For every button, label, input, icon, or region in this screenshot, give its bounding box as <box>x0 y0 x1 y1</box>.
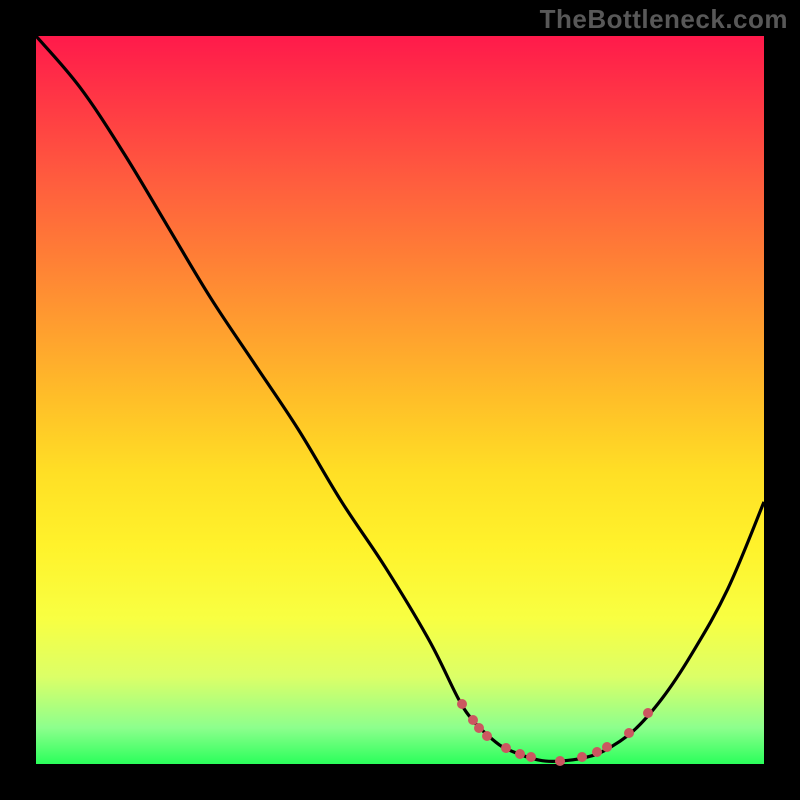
highlight-dot <box>515 749 525 759</box>
highlight-dot <box>602 742 612 752</box>
plot-area <box>36 36 764 764</box>
watermark-label: TheBottleneck.com <box>540 4 788 35</box>
bottleneck-curve <box>36 36 764 761</box>
highlight-dot <box>577 752 587 762</box>
highlight-dot <box>501 743 511 753</box>
highlight-dot <box>643 708 653 718</box>
highlight-dot <box>592 747 602 757</box>
highlight-dot <box>555 756 565 766</box>
highlight-dot <box>457 699 467 709</box>
chart-frame: TheBottleneck.com <box>0 0 800 800</box>
highlight-dot <box>526 752 536 762</box>
curve-layer <box>36 36 764 764</box>
highlight-dot <box>474 723 484 733</box>
highlight-dot <box>482 731 492 741</box>
highlight-dot <box>624 728 634 738</box>
